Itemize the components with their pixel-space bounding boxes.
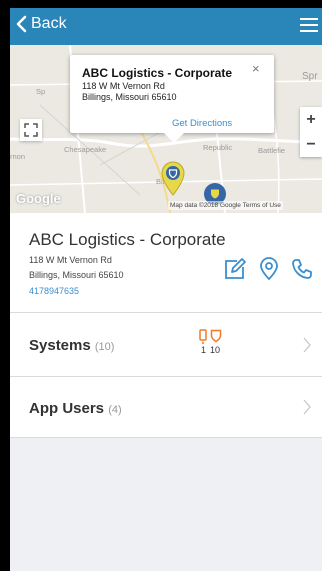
close-icon[interactable]: × <box>252 61 260 76</box>
hamburger-menu-icon[interactable] <box>300 18 318 34</box>
app-users-label-text: App Users <box>29 400 105 417</box>
shield-count: 10 <box>210 345 221 355</box>
app-users-row[interactable]: App Users (4) <box>10 377 322 438</box>
company-phone-link[interactable]: 4178947635 <box>29 286 79 296</box>
map-label-battlefield: Battlefie <box>258 146 286 155</box>
location-icon[interactable] <box>257 257 281 281</box>
info-window-address-line2: Billings, Missouri 65610 <box>82 92 177 102</box>
zoom-control: + − <box>300 107 322 157</box>
company-address-line2: Billings, Missouri 65610 <box>29 270 124 280</box>
map-label-sp: Sp <box>36 87 46 96</box>
company-card: ABC Logistics - Corporate 118 W Mt Verno… <box>10 213 322 313</box>
chevron-right-icon <box>303 399 311 415</box>
map-label-chesapeake: Chesapeake <box>64 145 107 154</box>
systems-label: Systems (10) <box>29 337 114 354</box>
map-info-window: ABC Logistics - Corporate × 118 W Mt Ver… <box>70 55 274 143</box>
alert-icon <box>199 329 207 344</box>
company-name: ABC Logistics - Corporate <box>29 230 226 249</box>
shield-icon <box>210 329 222 343</box>
get-directions-link[interactable]: Get Directions <box>172 118 232 129</box>
phone-icon[interactable] <box>290 257 314 281</box>
app-screen: Back Sp Spr Chesapeake Republic Battlefi… <box>10 8 322 571</box>
location-pin-icon[interactable] <box>160 160 186 196</box>
info-window-address-line1: 118 W Mt Vernon Rd <box>82 81 165 91</box>
systems-label-text: Systems <box>29 337 91 354</box>
company-address-line1: 118 W Mt Vernon Rd <box>29 255 112 265</box>
back-button[interactable]: Back <box>16 15 67 33</box>
info-window-title: ABC Logistics - Corporate <box>82 66 233 80</box>
app-users-label: App Users (4) <box>29 400 122 417</box>
zoom-out-button[interactable]: − <box>300 132 322 157</box>
app-users-count: (4) <box>108 404 122 416</box>
systems-count: (10) <box>94 341 115 353</box>
back-label: Back <box>31 15 67 32</box>
edit-icon[interactable] <box>223 257 247 281</box>
map-attribution[interactable]: Map data ©2018 Google Terms of Use <box>168 201 283 210</box>
map-label-republic: Republic <box>203 143 233 152</box>
map-label-rnon: rnon <box>10 152 26 161</box>
alert-count: 1 <box>201 345 207 355</box>
systems-row[interactable]: Systems (10) 1 10 <box>10 313 322 377</box>
top-bar: Back <box>10 8 322 45</box>
chevron-left-icon <box>16 15 27 33</box>
fullscreen-icon[interactable] <box>20 119 42 141</box>
map-view[interactable]: Sp Spr Chesapeake Republic Battlefie rno… <box>10 45 322 213</box>
google-logo: Google <box>16 191 61 206</box>
zoom-in-button[interactable]: + <box>300 107 322 132</box>
map-label-spr: Spr <box>302 71 318 82</box>
chevron-right-icon <box>303 337 311 353</box>
